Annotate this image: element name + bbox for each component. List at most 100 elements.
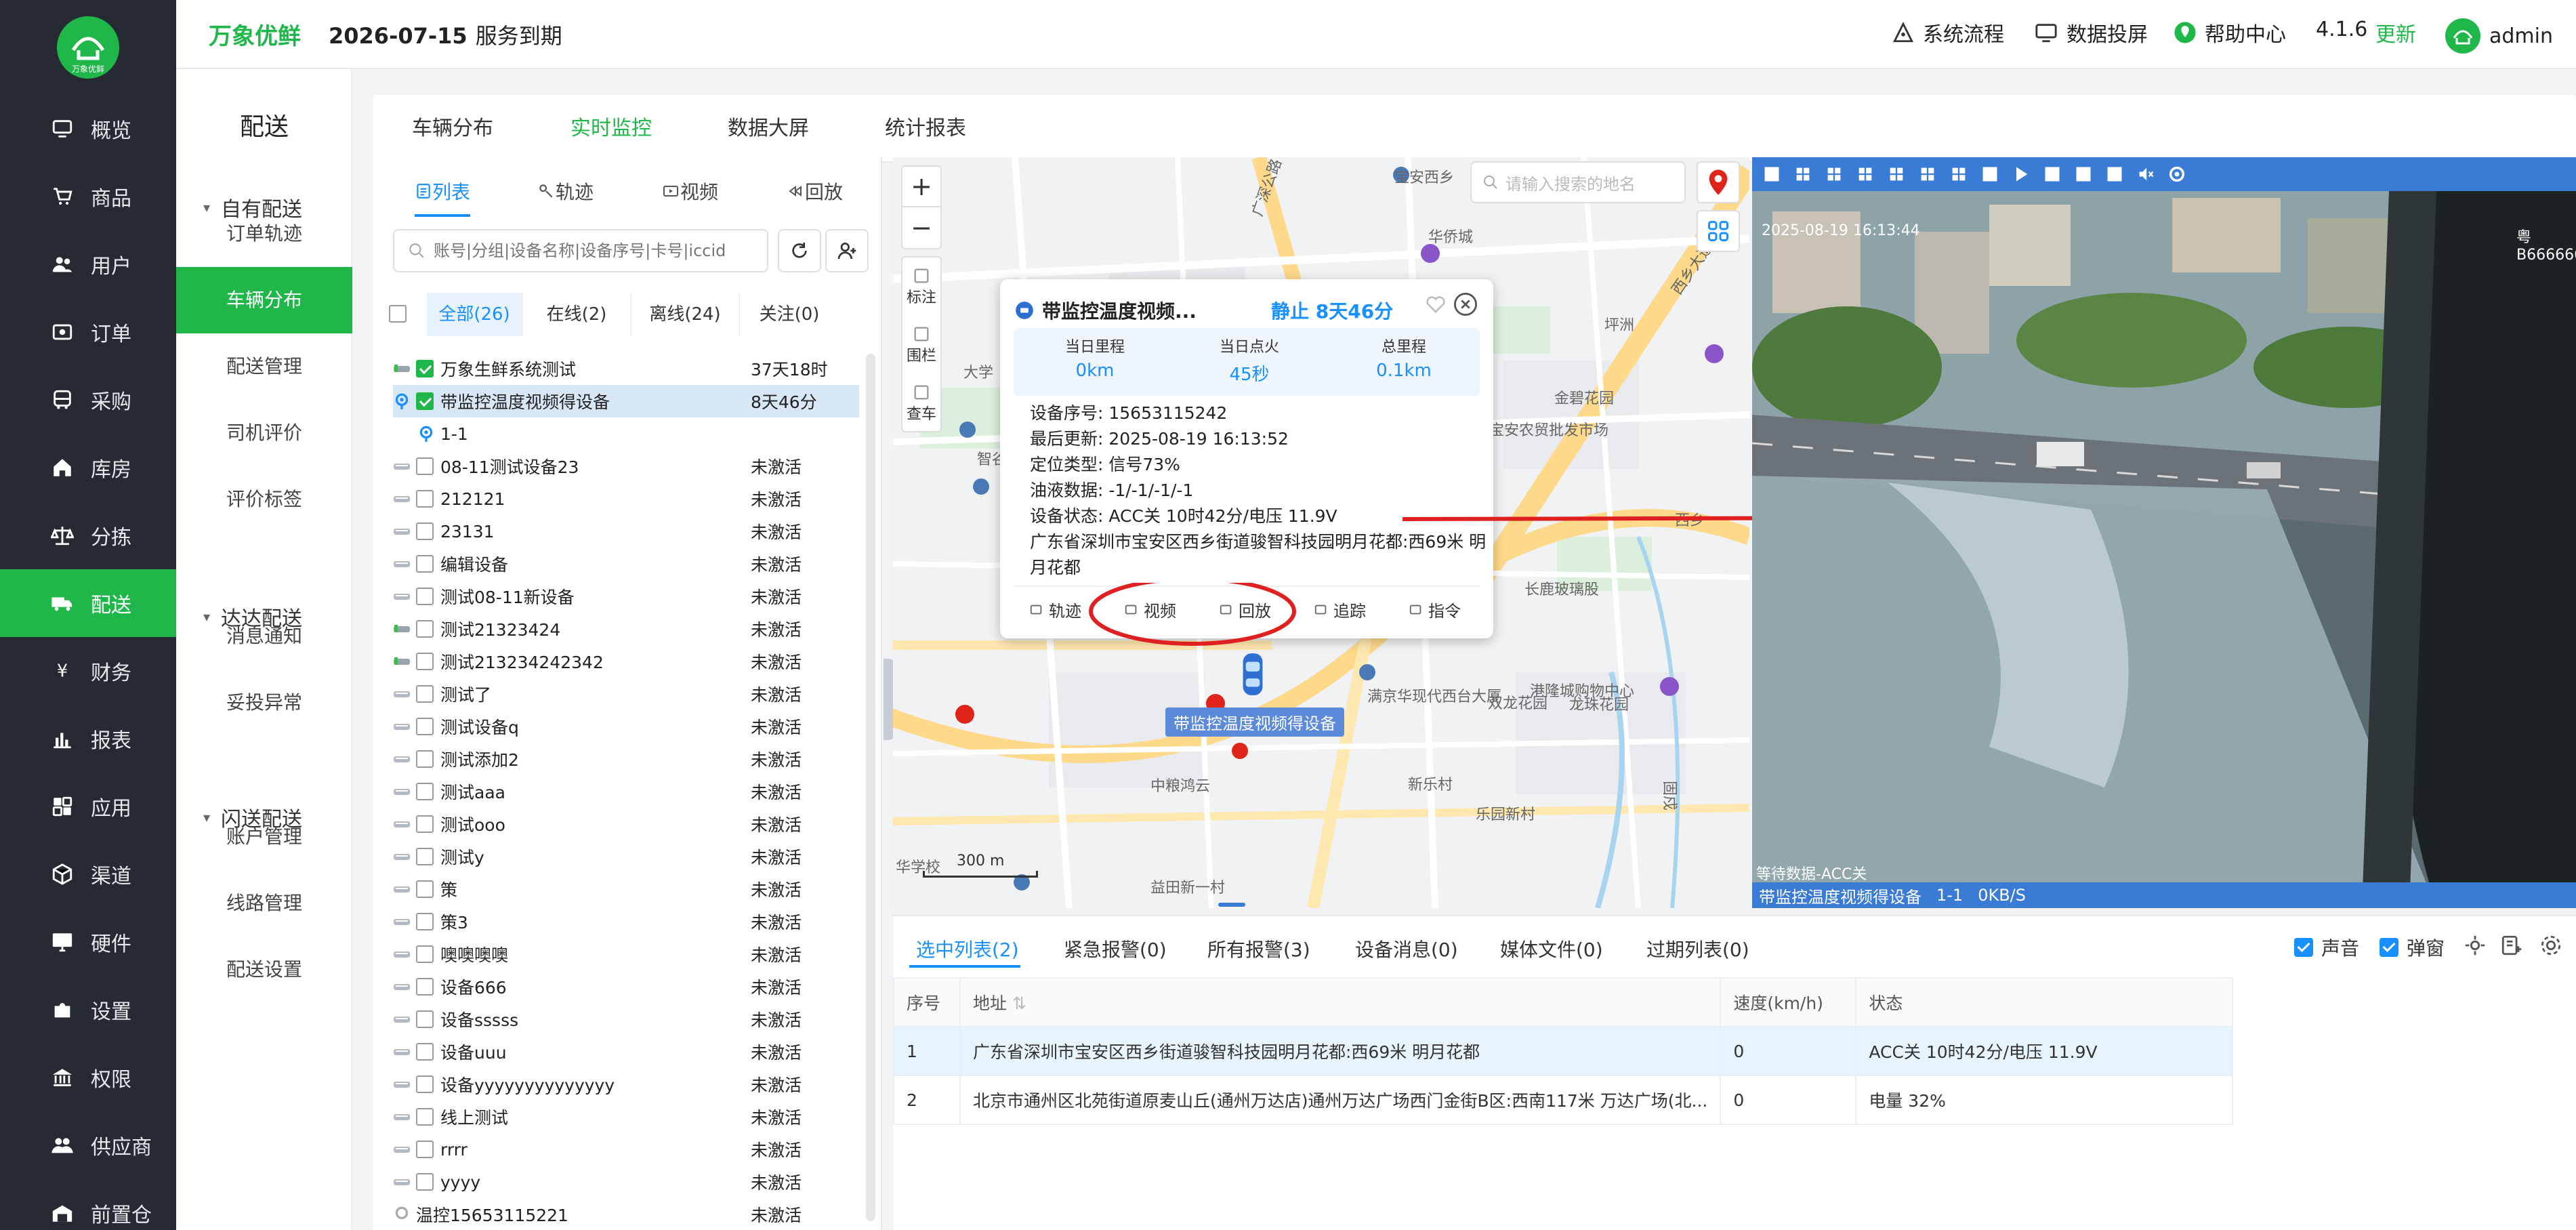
submenu-item[interactable]: 线路管理 bbox=[176, 870, 352, 937]
tab-data-screen[interactable]: 数据大屏 bbox=[728, 95, 809, 163]
device-checkbox[interactable] bbox=[416, 1141, 434, 1158]
system-process-link[interactable]: 系统流程 bbox=[1892, 18, 2004, 47]
device-checkbox[interactable] bbox=[416, 685, 434, 703]
table-row[interactable]: 2 北京市通州区北苑街道原麦山丘(通州万达店)通州万达广场西门金街B区:西南117… bbox=[893, 1075, 2234, 1125]
popup-close-button[interactable] bbox=[1454, 293, 1477, 316]
device-row[interactable]: 设备sssss 未激活 bbox=[393, 1003, 859, 1036]
submenu-item[interactable]: 妥投异常 bbox=[176, 670, 352, 736]
device-row[interactable]: 测试ooo 未激活 bbox=[393, 808, 859, 840]
nav-item-9[interactable]: 报表 bbox=[0, 705, 176, 773]
device-checkbox[interactable] bbox=[416, 913, 434, 930]
tab-vehicle-distribution[interactable]: 车辆分布 bbox=[412, 95, 493, 163]
user-menu[interactable]: admin bbox=[2445, 18, 2553, 54]
single-view-icon[interactable] bbox=[1762, 164, 1782, 184]
device-row[interactable]: 1-1 bbox=[393, 417, 859, 450]
popup-action-3[interactable]: 追踪 bbox=[1313, 598, 1366, 621]
settings-icon-a[interactable] bbox=[2464, 934, 2487, 957]
nav-item-2[interactable]: 用户 bbox=[0, 230, 176, 298]
popup-action-0[interactable]: 轨迹 bbox=[1029, 598, 1081, 621]
device-row[interactable]: 测试aaa 未激活 bbox=[393, 775, 859, 808]
device-row[interactable]: 测试添加2 未激活 bbox=[393, 743, 859, 775]
bottom-tab-0[interactable]: 选中列表(2) bbox=[916, 935, 1019, 962]
submenu-item[interactable]: 评价标签 bbox=[176, 466, 352, 533]
zoom-out-button[interactable]: − bbox=[902, 207, 940, 248]
device-checkbox[interactable] bbox=[416, 783, 434, 800]
device-checkbox[interactable] bbox=[416, 978, 434, 996]
device-checkbox[interactable] bbox=[416, 1075, 434, 1093]
add-user-button[interactable] bbox=[825, 229, 869, 272]
map-tool-flag[interactable]: 标注 bbox=[902, 258, 940, 316]
subtab-track[interactable]: 轨迹 bbox=[537, 178, 594, 205]
stop-icon[interactable] bbox=[2042, 164, 2062, 184]
device-checkbox[interactable] bbox=[416, 555, 434, 573]
sound-toggle[interactable]: 声音 bbox=[2294, 934, 2359, 961]
device-row[interactable]: 测试08-11新设备 未激活 bbox=[393, 580, 859, 613]
nav-item-3[interactable]: 订单 bbox=[0, 298, 176, 366]
device-row[interactable]: 测试设备q 未激活 bbox=[393, 710, 859, 743]
device-row[interactable]: 设备yyyyyyyyyyyyyy 未激活 bbox=[393, 1068, 859, 1101]
device-row[interactable]: 测试y 未激活 bbox=[393, 840, 859, 873]
data-screen-link[interactable]: 数据投屏 bbox=[2034, 18, 2148, 47]
submenu-item[interactable]: 配送设置 bbox=[176, 937, 352, 1003]
submenu-item[interactable]: 消息通知 bbox=[176, 603, 352, 670]
device-row[interactable]: 测试了 未激活 bbox=[393, 678, 859, 710]
nav-item-4[interactable]: 采购 bbox=[0, 366, 176, 434]
layer-button[interactable] bbox=[1697, 210, 1740, 252]
favorite-button[interactable] bbox=[1426, 294, 1446, 314]
play-icon[interactable] bbox=[2011, 164, 2031, 184]
submenu-item[interactable]: 账户管理 bbox=[176, 804, 352, 870]
tab-statistics[interactable]: 统计报表 bbox=[885, 95, 966, 163]
fullscreen-icon[interactable] bbox=[2073, 164, 2094, 184]
col-address[interactable]: 地址 ⇅ bbox=[959, 977, 1722, 1027]
submenu-item[interactable]: 订单轨迹 bbox=[176, 201, 352, 267]
device-row[interactable]: 策 未激活 bbox=[393, 873, 859, 905]
update-link[interactable]: 更新 bbox=[2375, 18, 2416, 47]
bottom-tab-3[interactable]: 设备消息(0) bbox=[1355, 935, 1458, 962]
device-checkbox[interactable] bbox=[416, 1010, 434, 1028]
zoom-in-button[interactable]: + bbox=[902, 167, 940, 207]
map-tool-find-car[interactable]: 查车 bbox=[902, 374, 940, 432]
nav-item-8[interactable]: ¥ 财务 bbox=[0, 637, 176, 705]
device-row[interactable]: 212121 未激活 bbox=[393, 483, 859, 515]
device-checkbox[interactable] bbox=[416, 522, 434, 540]
device-checkbox[interactable] bbox=[416, 750, 434, 768]
nav-item-13[interactable]: 设置 bbox=[0, 976, 176, 1044]
table-row[interactable]: 1 广东省深圳市宝安区西乡街道骏智科技园明月花都:西69米 明月花都 0 ACC关 1… bbox=[893, 1026, 2234, 1076]
device-checkbox[interactable] bbox=[416, 718, 434, 735]
video-player[interactable]: 2025-08-19 16:13:44 粤B666666 等待数据-ACC关 带… bbox=[1752, 157, 2576, 908]
split-16-icon[interactable] bbox=[1949, 164, 1969, 184]
bottom-tab-1[interactable]: 紧急报警(0) bbox=[1064, 935, 1167, 962]
device-row[interactable]: 08-11测试设备23 未激活 bbox=[393, 450, 859, 483]
locate-button[interactable] bbox=[1697, 161, 1740, 203]
split-8-icon[interactable] bbox=[1886, 164, 1907, 184]
device-checkbox[interactable] bbox=[416, 653, 434, 670]
device-row[interactable]: 策3 未激活 bbox=[393, 905, 859, 938]
nav-item-6[interactable]: 分拣 bbox=[0, 501, 176, 569]
submenu-item[interactable]: 车辆分布 bbox=[176, 267, 352, 333]
split-4-icon[interactable] bbox=[1824, 164, 1844, 184]
bottom-tab-5[interactable]: 过期列表(0) bbox=[1646, 935, 1749, 962]
device-search[interactable] bbox=[393, 229, 768, 272]
filter-offline[interactable]: 离线(24) bbox=[631, 293, 740, 336]
device-checkbox[interactable] bbox=[416, 588, 434, 605]
nav-item-15[interactable]: 供应商 bbox=[0, 1111, 176, 1179]
help-center-link[interactable]: 帮助中心 bbox=[2174, 18, 2286, 47]
subtab-playback[interactable]: 回放 bbox=[786, 178, 843, 205]
device-row[interactable]: 万象生鲜系统测试 37天18时 bbox=[393, 352, 859, 385]
device-row[interactable]: 线上测试 未激活 bbox=[393, 1101, 859, 1133]
device-checkbox[interactable] bbox=[416, 945, 434, 963]
device-row[interactable]: 23131 未激活 bbox=[393, 515, 859, 548]
split-2-icon[interactable] bbox=[1793, 164, 1813, 184]
device-checkbox[interactable] bbox=[416, 360, 434, 377]
select-all-checkbox[interactable] bbox=[389, 305, 407, 325]
device-row[interactable]: 编辑设备 未激活 bbox=[393, 548, 859, 580]
device-row[interactable]: 设备666 未激活 bbox=[393, 970, 859, 1003]
device-checkbox[interactable] bbox=[416, 848, 434, 865]
device-row[interactable]: 设备uuu 未激活 bbox=[393, 1036, 859, 1068]
map-search[interactable]: 请输入搜索的地名 bbox=[1470, 161, 1686, 203]
submenu-item[interactable]: 配送管理 bbox=[176, 333, 352, 400]
device-search-input[interactable] bbox=[434, 241, 759, 260]
device-checkbox[interactable] bbox=[416, 815, 434, 833]
filter-online[interactable]: 在线(2) bbox=[523, 293, 631, 336]
map-tool-fence[interactable]: 围栏 bbox=[902, 316, 940, 374]
